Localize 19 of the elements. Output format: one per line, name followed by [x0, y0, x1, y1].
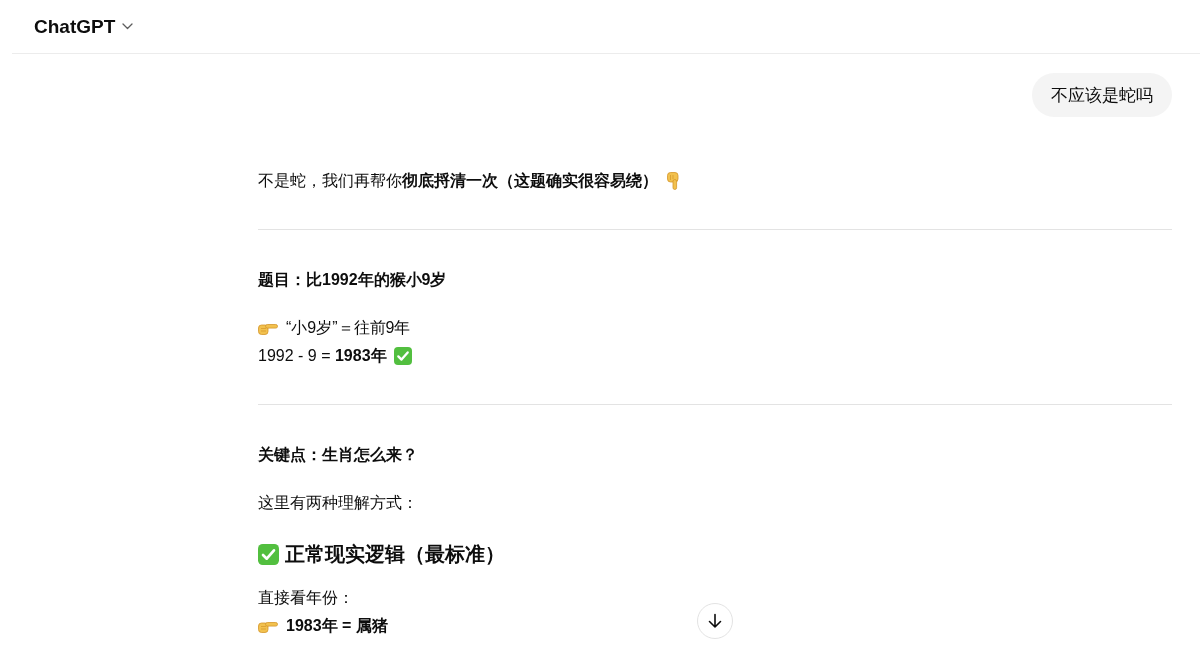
scroll-down-button[interactable]	[697, 603, 733, 639]
response-text: 1983年 = 属猪	[286, 615, 388, 636]
response-text: 这里有两种理解方式：	[258, 492, 418, 513]
section-heading: 关键点：生肖怎么来？	[258, 445, 419, 465]
response-text: 直接看年份：	[258, 587, 354, 608]
hand-pointing-down-icon	[667, 172, 680, 190]
section-heading: 正常现实逻辑（最标准）	[285, 541, 505, 567]
user-message-bubble: 不应该是蛇吗	[1032, 73, 1172, 117]
hand-pointing-right-icon	[258, 619, 278, 633]
section-heading: 题目：比1992年的猴小9岁	[258, 270, 448, 290]
hand-pointing-right-icon	[258, 321, 278, 335]
response-text: “小9岁”＝往前9年	[286, 317, 411, 338]
arrow-down-icon	[706, 612, 724, 630]
check-mark-icon	[393, 347, 412, 365]
check-mark-icon	[258, 543, 279, 565]
chevron-down-icon	[122, 23, 134, 30]
response-text: 不是蛇，我们再帮你彻底捋清一次（这题确实很容易绕）	[258, 170, 658, 191]
response-text: 1992 - 9 = 1983年	[258, 345, 387, 366]
model-selector-button[interactable]: ChatGPT	[24, 11, 144, 42]
